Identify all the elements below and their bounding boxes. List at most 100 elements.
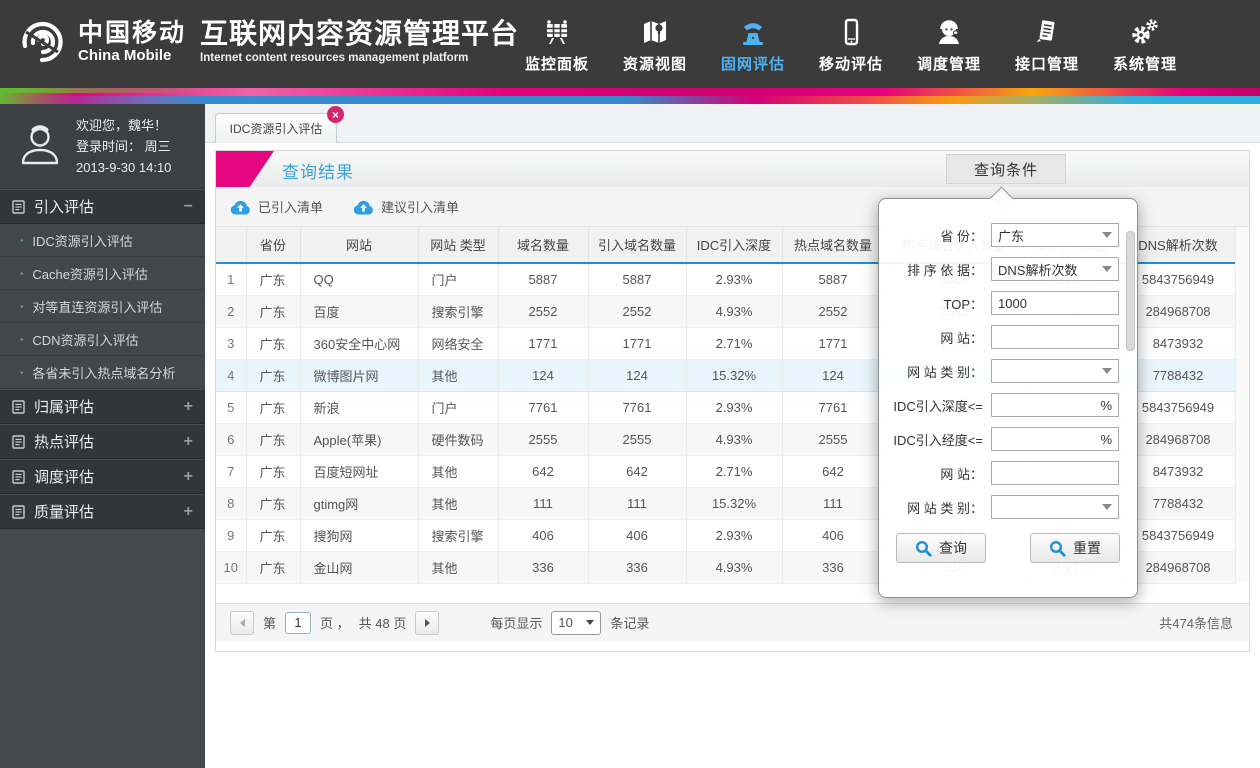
- sidebar-section-dispatch-eval[interactable]: 调度评估 +: [0, 459, 205, 494]
- sidebar-section-ownership-eval[interactable]: 归属评估 +: [0, 389, 205, 424]
- sidebar-submenu: · IDC资源引入评估 · Cache资源引入评估 · 对等直连资源引入评估 · CDN资源引…: [0, 224, 205, 389]
- field-row-idc-depth: IDC引入深度<=%: [879, 393, 1137, 417]
- tab-label: IDC资源引入评估: [229, 122, 323, 136]
- sidebar-item-cdn-import-eval[interactable]: · CDN资源引入评估: [0, 323, 205, 356]
- cell-province: 广东: [246, 519, 301, 552]
- total-records-info: 共474条信息: [1159, 616, 1233, 631]
- sidebar-section-quality-eval[interactable]: 质量评估 +: [0, 494, 205, 529]
- cell-num: 3: [216, 327, 247, 360]
- toolbar-button-imported-list[interactable]: 已引入清单: [230, 197, 323, 216]
- sidebar-section-import-eval[interactable]: 引入评估 −: [0, 189, 205, 224]
- nav-item-dispatch-management[interactable]: 调度管理: [900, 0, 998, 88]
- page-number-input[interactable]: 1: [285, 611, 312, 634]
- nav-item-system-management[interactable]: 系统管理: [1096, 0, 1194, 88]
- nav-item-label: 资源视图: [622, 56, 687, 73]
- sidebar-item-province-hotspot-analysis[interactable]: · 各省未引入热点域名分析: [0, 356, 205, 389]
- field-select-province[interactable]: 广东: [991, 223, 1119, 247]
- nav-item-label: 接口管理: [1014, 56, 1079, 73]
- cell-hot: 2555: [782, 423, 885, 456]
- field-select-sort-by[interactable]: DNS解析次数: [991, 257, 1119, 281]
- cell-province: 广东: [246, 263, 301, 296]
- per-page-select[interactable]: 10: [551, 610, 602, 635]
- cell-type: 门户: [418, 263, 499, 296]
- nav-item-fixed-network-eval[interactable]: 固网评估: [704, 0, 802, 88]
- cell-num: 5: [216, 391, 247, 424]
- cell-site: 金山网: [300, 551, 419, 584]
- field-input-wrap-idc-depth: %: [991, 393, 1119, 417]
- document-icon: [1033, 14, 1061, 46]
- app-title: 互联网内容资源管理平台: [200, 18, 520, 50]
- chevron-down-icon: [1102, 232, 1112, 238]
- field-label-sort-by: 排 序 依 据：: [907, 262, 983, 278]
- popup-buttons: 查询 重置: [879, 533, 1137, 563]
- nav-item-mobile-eval[interactable]: 移动评估: [802, 0, 900, 88]
- toolbar-button-suggested-list[interactable]: 建议引入清单: [353, 197, 459, 216]
- sidebar-section-label: 质量评估: [34, 504, 95, 521]
- cell-type: 硬件数码: [418, 423, 499, 456]
- cell-depth: 15.32%: [686, 487, 783, 520]
- cell-domains: 2552: [498, 295, 589, 328]
- gears-icon: [1130, 14, 1160, 46]
- cell-depth: 2.93%: [686, 519, 783, 552]
- cell-depth: 15.32%: [686, 359, 783, 392]
- cell-domains: 406: [498, 519, 589, 552]
- cell-imported: 111: [588, 487, 687, 520]
- expand-icon[interactable]: +: [184, 503, 193, 521]
- cell-imported: 336: [588, 551, 687, 584]
- next-page-button[interactable]: [415, 610, 440, 635]
- column-header: 网站 类型: [418, 227, 499, 263]
- field-input-idc-longitude[interactable]: [998, 431, 1101, 447]
- nav-item-resource-view[interactable]: 资源视图: [606, 0, 704, 88]
- collapse-icon[interactable]: −: [184, 198, 193, 216]
- doc-small-icon: [12, 199, 25, 214]
- field-select-site-type-2[interactable]: [991, 495, 1119, 519]
- cell-type: 门户: [418, 391, 499, 424]
- prev-page-button[interactable]: [230, 610, 254, 635]
- cell-num: 10: [216, 551, 247, 584]
- expand-icon[interactable]: +: [184, 468, 193, 486]
- field-select-site-type-1[interactable]: [991, 359, 1119, 383]
- tab-close-icon[interactable]: ×: [327, 106, 344, 123]
- tab-idc-import-eval[interactable]: IDC资源引入评估 ×: [215, 106, 344, 143]
- cell-domains: 124: [498, 359, 589, 392]
- cell-depth: 4.93%: [686, 423, 783, 456]
- cell-province: 广东: [246, 455, 301, 488]
- popup-scrollbar-thumb[interactable]: [1126, 231, 1135, 351]
- field-label-site-2: 网 站：: [940, 466, 983, 482]
- app-subtitle: Internet content resources management pl…: [200, 52, 469, 65]
- expand-icon[interactable]: +: [184, 433, 193, 451]
- field-label-site-type-1: 网 站 类 别：: [907, 364, 983, 380]
- reset-button-label: 重置: [1073, 540, 1101, 556]
- nav-item-monitor-dashboard[interactable]: 监控面板: [508, 0, 606, 88]
- cell-depth: 2.71%: [686, 327, 783, 360]
- cell-imported: 1771: [588, 327, 687, 360]
- percent-suffix: %: [1100, 397, 1112, 413]
- sidebar-item-label: 各省未引入热点域名分析: [32, 365, 176, 381]
- reset-button[interactable]: 重置: [1030, 533, 1120, 563]
- field-input-site-2[interactable]: [998, 465, 1112, 481]
- sidebar-item-cache-import-eval[interactable]: · Cache资源引入评估: [0, 257, 205, 290]
- field-input-idc-depth[interactable]: [998, 397, 1101, 413]
- cell-domains: 1771: [498, 327, 589, 360]
- field-input-site-1[interactable]: [998, 329, 1112, 345]
- sidebar-item-idc-import-eval[interactable]: · IDC资源引入评估: [0, 224, 205, 257]
- expand-icon[interactable]: +: [184, 398, 193, 416]
- sidebar-item-peering-import-eval[interactable]: · 对等直连资源引入评估: [0, 290, 205, 323]
- field-input-top[interactable]: [998, 295, 1112, 311]
- query-conditions-button[interactable]: 查询条件: [946, 154, 1066, 184]
- search-button-label: 查询: [939, 540, 967, 556]
- cell-type: 其他: [418, 455, 499, 488]
- nav-item-interface-management[interactable]: 接口管理: [998, 0, 1096, 88]
- cell-site: QQ: [300, 263, 419, 296]
- sidebar-section-hotspot-eval[interactable]: 热点评估 +: [0, 424, 205, 459]
- cell-hot: 2552: [782, 295, 885, 328]
- field-row-site-type-2: 网 站 类 别：: [879, 495, 1137, 519]
- cell-site: 新浪: [300, 391, 419, 424]
- user-welcome: 欢迎您，魏华！: [76, 117, 168, 133]
- user-card: 欢迎您，魏华！ 登录时间： 周三 2013-9-30 14:10: [0, 104, 205, 189]
- cell-hot: 1771: [782, 327, 885, 360]
- table-scrollbar-track[interactable]: [1235, 227, 1249, 582]
- field-input-wrap-idc-longitude: %: [991, 427, 1119, 451]
- page-suffix: 页 ，: [320, 616, 350, 631]
- search-button[interactable]: 查询: [896, 533, 986, 563]
